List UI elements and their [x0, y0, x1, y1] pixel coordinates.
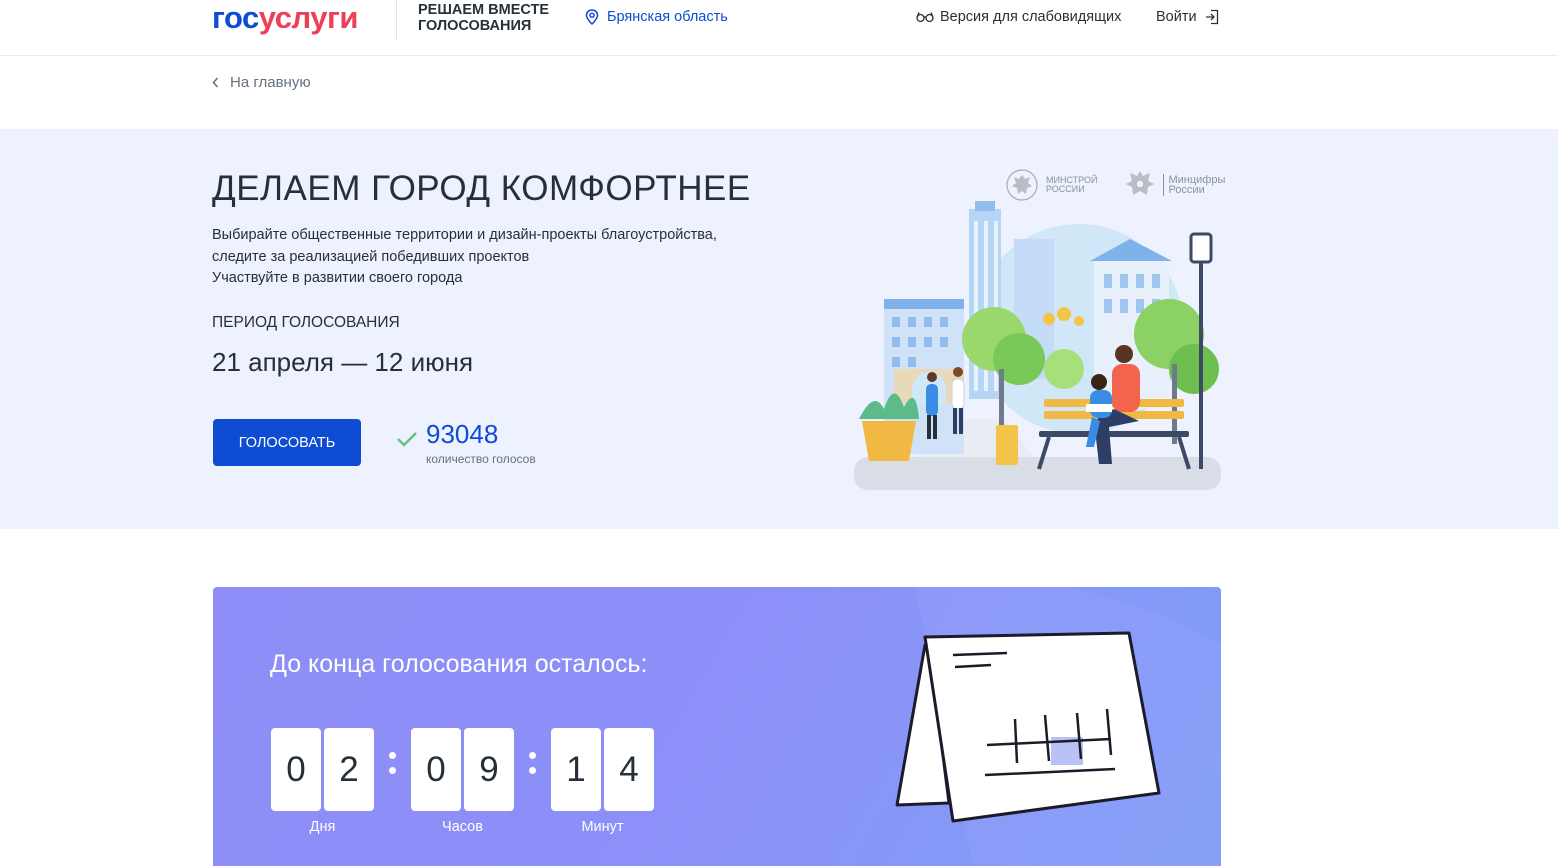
votes-count: 93048 [426, 419, 499, 449]
hours-label: Часов [442, 819, 483, 835]
chevron-left-icon [212, 77, 219, 88]
site-header: госуслуги РЕШАЕМ ВМЕСТЕ ГОЛОСОВАНИЯ Брян… [0, 0, 1558, 56]
page-title: ДЕЛАЕМ ГОРОД КОМФОРТНЕЕ [212, 169, 751, 208]
hours-unit: 0 9 Часов [411, 728, 514, 835]
gosuslugi-logo[interactable]: госуслуги [212, 0, 358, 36]
mintsifry-logo: Минцифры России [1123, 167, 1225, 203]
minutes-digit-1: 1 [551, 728, 601, 811]
hours-digit-1: 0 [411, 728, 461, 811]
checkmark-icon [397, 432, 417, 447]
login-button[interactable]: Войти [1156, 9, 1219, 25]
colon-separator [514, 728, 551, 835]
vote-button[interactable]: ГОЛОСОВАТЬ [213, 419, 361, 466]
header-divider [396, 0, 397, 40]
login-arrow-icon [1205, 9, 1218, 25]
days-unit: 0 2 Дня [271, 728, 374, 835]
hero-section: ДЕЛАЕМ ГОРОД КОМФОРТНЕЕ Выбирайте общест… [0, 129, 1558, 529]
hours-digit-2: 9 [464, 728, 514, 811]
back-to-main-link[interactable]: На главную [212, 74, 311, 91]
glasses-icon [916, 12, 934, 23]
location-pin-icon [585, 9, 599, 25]
hero-desc-line2: следите за реализацией победивших проект… [212, 248, 530, 265]
region-name: Брянская область [607, 9, 728, 25]
login-label: Войти [1156, 9, 1197, 25]
votes-count-label: количество голосов [426, 452, 536, 466]
countdown-title: До конца голосования осталось: [270, 650, 648, 678]
partner-logos: МИНСТРОЙ РОССИИ Минцифры России [1004, 167, 1225, 203]
site-tagline: РЕШАЕМ ВМЕСТЕ ГОЛОСОВАНИЯ [418, 2, 549, 34]
hero-desc-line1: Выбирайте общественные территории и диза… [212, 227, 717, 243]
logo-gos-text: гос [212, 0, 259, 35]
colon-separator [374, 728, 411, 835]
low-vision-label: Версия для слабовидящих [940, 9, 1122, 25]
days-digit-2: 2 [324, 728, 374, 811]
tagline-line1: РЕШАЕМ ВМЕСТЕ [418, 2, 550, 18]
low-vision-version-link[interactable]: Версия для слабовидящих [916, 9, 1121, 25]
back-label: На главную [230, 74, 311, 91]
russian-eagle-emblem-icon [1006, 169, 1038, 201]
hero-description: Выбирайте общественные территории и диза… [212, 225, 717, 290]
countdown-timer: 0 2 Дня 0 9 Часов 1 4 Минут [271, 728, 654, 835]
region-selector[interactable]: Брянская область [585, 9, 728, 25]
tagline-line2: ГОЛОСОВАНИЯ [418, 18, 532, 34]
minutes-digit-2: 4 [604, 728, 654, 811]
days-label: Дня [309, 819, 336, 835]
voting-period-label: ПЕРИОД ГОЛОСОВАНИЯ [212, 314, 400, 331]
voting-period-dates: 21 апреля — 12 июня [212, 347, 474, 377]
logo-uslugi-text: услуги [258, 0, 359, 35]
russian-eagle-emblem-icon [1126, 171, 1155, 195]
minstroy-line2: РОССИИ [1046, 184, 1085, 194]
mintsifry-line2: России [1168, 184, 1205, 196]
city-park-illustration [854, 201, 1221, 490]
hero-desc-line3: Участвуйте в развитии своего города [212, 270, 463, 286]
days-digit-1: 0 [271, 728, 321, 811]
minutes-unit: 1 4 Минут [551, 728, 654, 835]
minutes-label: Минут [581, 819, 624, 835]
calendar-icon [895, 631, 1161, 823]
countdown-panel: До конца голосования осталось: 0 2 Дня 0… [213, 587, 1221, 866]
minstroy-logo: МИНСТРОЙ РОССИИ [1004, 167, 1097, 203]
